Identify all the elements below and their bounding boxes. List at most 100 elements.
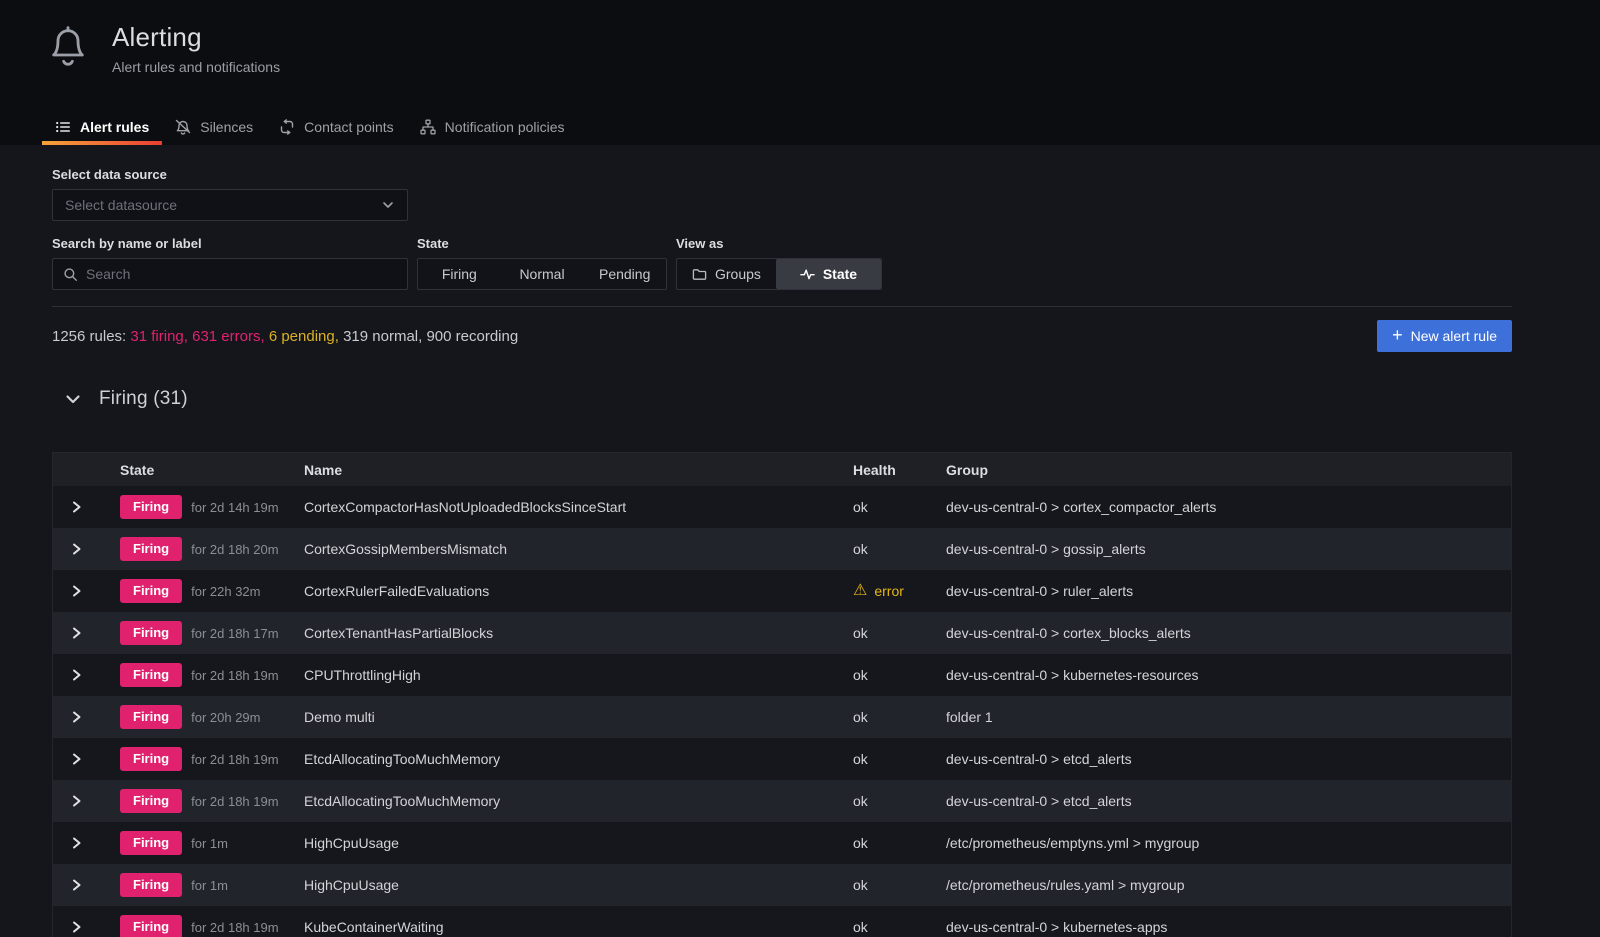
chevron-right-icon [71,500,83,514]
state-badge: Firing [120,747,182,771]
rule-health-text: ok [853,499,868,515]
rule-name: EtcdAllocatingTooMuchMemory [301,751,846,767]
tab-label: Silences [200,119,253,135]
rule-health-text: ok [853,919,868,935]
firing-duration: for 2d 14h 19m [191,500,278,515]
state-badge: Firing [120,495,182,519]
expand-row-button[interactable] [64,662,90,688]
chevron-right-icon [71,920,83,934]
rule-health-text: ok [853,709,868,725]
rule-name: HighCpuUsage [301,835,846,851]
tab-label: Notification policies [445,119,565,135]
rule-health: ok [846,793,939,809]
expand-row-button[interactable] [64,872,90,898]
expand-row-button[interactable] [64,704,90,730]
rule-name: CortexRulerFailedEvaluations [301,583,846,599]
expand-row-button[interactable] [64,536,90,562]
rule-health-text: ok [853,667,868,683]
folder-icon [692,267,707,282]
header-name: Name [301,462,846,478]
expand-row-button[interactable] [64,578,90,604]
chevron-right-icon [71,794,83,808]
table-body: Firing for 2d 14h 19m CortexCompactorHas… [53,486,1511,937]
state-badge: Firing [120,579,182,603]
view-option-label: State [823,266,857,282]
page-subtitle: Alert rules and notifications [112,59,280,75]
table-row: Firing for 1m HighCpuUsage ok /etc/prome… [53,864,1511,906]
table-row: Firing for 20h 29m Demo multi ok folder … [53,696,1511,738]
view-option-groups[interactable]: Groups [677,259,776,289]
table-row: Firing for 22h 32m CortexRulerFailedEval… [53,570,1511,612]
expand-row-button[interactable] [64,620,90,646]
state-option-firing[interactable]: Firing [418,259,501,289]
tab-alert-rules[interactable]: Alert rules [42,109,162,145]
state-badge: Firing [120,873,182,897]
chevron-down-icon [64,390,82,408]
summary-firing: 31 firing, [130,328,188,345]
tab-contact-points[interactable]: Contact points [266,109,407,145]
tab-notification-policies[interactable]: Notification policies [407,109,578,145]
datasource-label: Select data source [52,167,1512,182]
view-option-state[interactable]: State [776,259,881,289]
state-filter-group: Firing Normal Pending [417,258,667,290]
state-badge: Firing [120,663,182,687]
rule-health: ok [846,877,939,893]
rule-name: CortexTenantHasPartialBlocks [301,625,846,641]
rule-health: ok [846,835,939,851]
new-alert-rule-label: New alert rule [1411,328,1497,344]
table-row: Firing for 1m HighCpuUsage ok /etc/prome… [53,822,1511,864]
alert-rules-table: State Name Health Group Firing for 2d 14… [52,452,1512,937]
view-as-group: Groups State [676,258,882,290]
state-option-normal[interactable]: Normal [501,259,584,289]
datasource-placeholder: Select datasource [65,197,381,213]
rule-health: ⚠ error [846,583,939,599]
state-badge: Firing [120,705,182,729]
expand-row-button[interactable] [64,830,90,856]
rule-health-text: ok [853,835,868,851]
plus-icon: + [1392,326,1403,344]
expand-row-button[interactable] [64,788,90,814]
table-row: Firing for 2d 18h 17m CortexTenantHasPar… [53,612,1511,654]
sitemap-icon [420,119,436,135]
state-badge: Firing [120,621,182,645]
header-group: Group [939,462,1511,478]
view-option-label: Groups [715,266,761,282]
chevron-down-icon [381,198,395,212]
expand-row-button[interactable] [64,494,90,520]
rule-name: CortexCompactorHasNotUploadedBlocksSince… [301,499,846,515]
warning-icon: ⚠ [853,583,867,599]
search-input[interactable] [86,266,397,282]
tab-label: Alert rules [80,119,149,135]
rule-health: ok [846,919,939,935]
expand-row-button[interactable] [64,914,90,937]
state-badge: Firing [120,789,182,813]
page-header: Alerting Alert rules and notifications [0,0,1600,75]
chevron-right-icon [71,584,83,598]
firing-section-toggle[interactable]: Firing (31) [52,388,1512,410]
bell-icon [48,24,88,72]
firing-duration: for 1m [191,878,228,893]
table-row: Firing for 2d 18h 20m CortexGossipMember… [53,528,1511,570]
tab-label: Contact points [304,119,394,135]
firing-duration: for 20h 29m [191,710,260,725]
table-header-row: State Name Health Group [53,453,1511,486]
chevron-right-icon [71,710,83,724]
rule-group: /etc/prometheus/emptyns.yml > mygroup [939,835,1511,851]
table-row: Firing for 2d 18h 19m EtcdAllocatingTooM… [53,780,1511,822]
view-as-label: View as [676,236,882,251]
rule-health: ok [846,541,939,557]
new-alert-rule-button[interactable]: + New alert rule [1377,320,1512,352]
firing-duration: for 2d 18h 19m [191,920,278,935]
rules-summary: 1256 rules: 31 firing, 631 errors, 6 pen… [52,328,518,345]
share-arrows-icon [279,119,295,135]
expand-row-button[interactable] [64,746,90,772]
state-filter-block: State Firing Normal Pending [417,236,667,290]
state-option-pending[interactable]: Pending [583,259,666,289]
table-row: Firing for 2d 18h 19m EtcdAllocatingTooM… [53,738,1511,780]
datasource-select[interactable]: Select datasource [52,189,408,221]
tab-silences[interactable]: Silences [162,109,266,145]
chevron-right-icon [71,878,83,892]
state-badge: Firing [120,831,182,855]
rule-name: EtcdAllocatingTooMuchMemory [301,793,846,809]
search-icon [63,267,78,282]
